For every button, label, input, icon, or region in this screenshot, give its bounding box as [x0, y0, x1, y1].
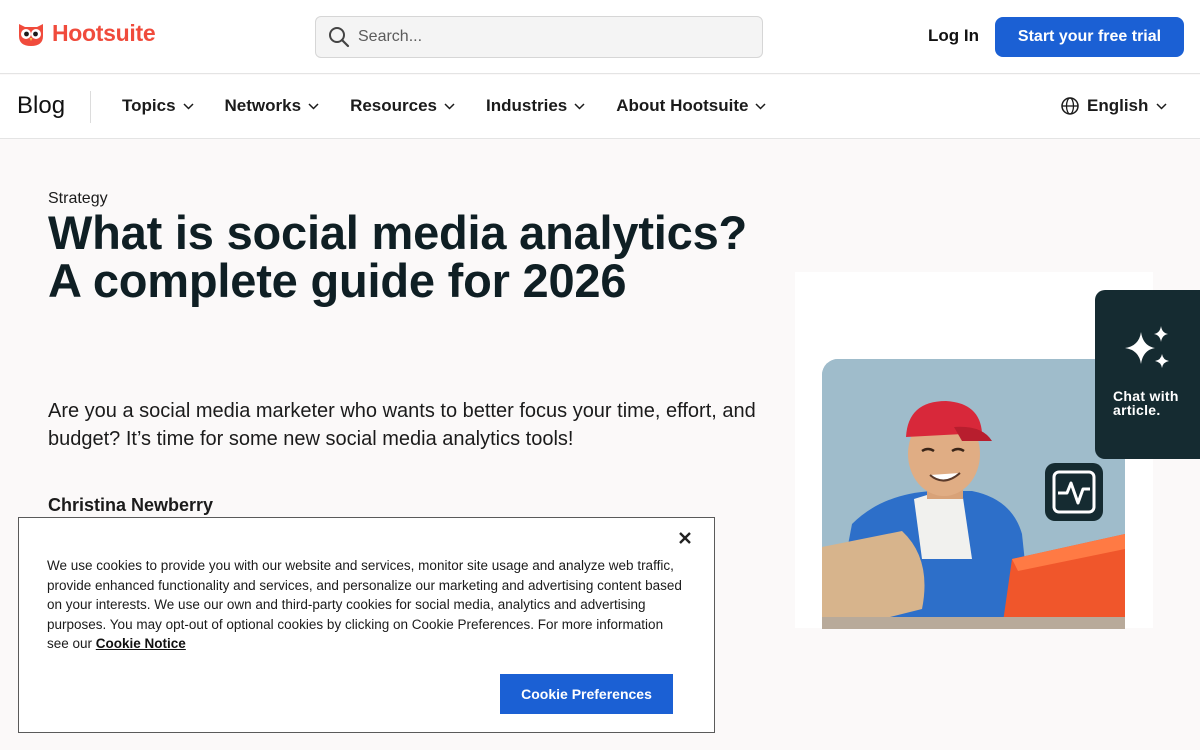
search-icon [329, 27, 350, 48]
nav-item-about-hootsuite[interactable]: About Hootsuite [616, 96, 766, 116]
close-icon [679, 532, 691, 544]
chat-label: Chat with article. [1113, 388, 1179, 418]
cookie-close-button[interactable] [675, 528, 695, 548]
logo[interactable]: Hootsuite [16, 18, 156, 48]
language-label: English [1087, 96, 1149, 115]
nav-item-label: Resources [350, 96, 437, 115]
article-author[interactable]: Christina Newberry [48, 495, 213, 516]
chevron-down-icon [574, 102, 585, 110]
globe-icon [1061, 97, 1079, 115]
start-free-trial-button[interactable]: Start your free trial [995, 17, 1184, 57]
nav-item-resources[interactable]: Resources [350, 96, 455, 116]
chevron-down-icon [308, 102, 319, 110]
nav-item-networks[interactable]: Networks [225, 96, 320, 116]
nav-item-topics[interactable]: Topics [122, 96, 194, 116]
logo-text: Hootsuite [52, 19, 156, 46]
hero-illustration [822, 359, 1125, 629]
cookie-text: We use cookies to provide you with our w… [47, 556, 687, 654]
nav-item-label: Networks [224, 96, 302, 115]
nav-divider [90, 91, 91, 123]
nav-item-label: Topics [122, 96, 176, 115]
search-box[interactable] [315, 16, 763, 58]
nav-item-label: Industries [486, 96, 568, 115]
nav-item-label: About Hootsuite [616, 96, 749, 115]
cookie-banner: We use cookies to provide you with our w… [18, 517, 715, 733]
chevron-down-icon [1156, 102, 1167, 110]
chevron-down-icon [755, 102, 766, 110]
blog-nav: Blog Topics Networks Resources Industrie… [0, 75, 1200, 139]
blog-title[interactable]: Blog [17, 92, 65, 120]
article-title: What is social media analytics? A comple… [48, 206, 748, 307]
chevron-down-icon [183, 102, 194, 110]
language-selector[interactable]: English [1061, 96, 1167, 116]
nav-item-industries[interactable]: Industries [486, 96, 585, 116]
chevron-down-icon [444, 102, 455, 110]
login-link[interactable]: Log In [928, 26, 979, 46]
article-lede: Are you a social media marketer who want… [48, 400, 756, 450]
owl-icon [19, 24, 43, 46]
nav-menu: Topics Networks Resources Industries Abo… [122, 96, 766, 116]
cookie-notice-link[interactable]: Cookie Notice [96, 636, 186, 651]
top-bar: Hootsuite Log In Start your free trial [0, 0, 1200, 74]
search-input[interactable] [358, 28, 738, 46]
sparkle-icon [1125, 326, 1169, 368]
hero-image [822, 359, 1125, 629]
chat-with-article-button[interactable]: Chat with article. [1095, 290, 1200, 459]
cookie-preferences-button[interactable]: Cookie Preferences [500, 674, 673, 714]
